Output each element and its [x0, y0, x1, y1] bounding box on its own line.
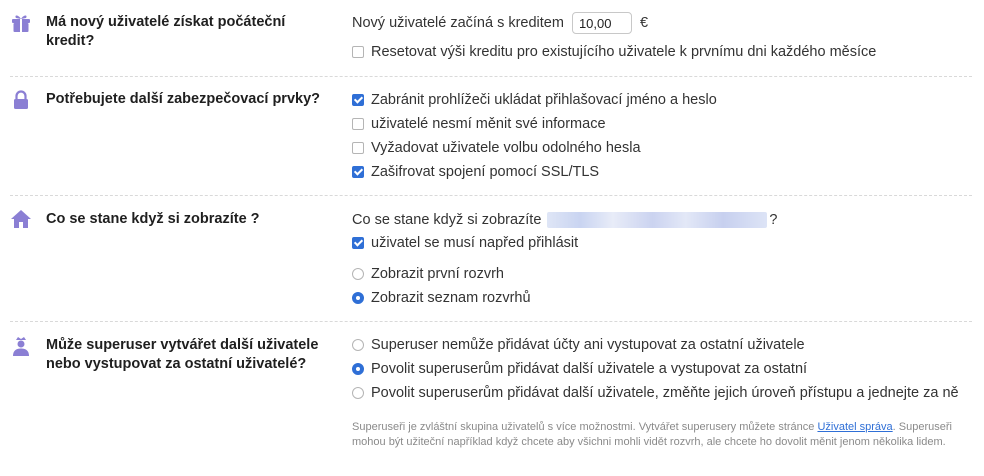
- security-checkbox-2[interactable]: [352, 118, 364, 130]
- superuser-radio-option-2[interactable]: Povolit superuserům přidávat další uživa…: [352, 359, 807, 379]
- security-checkbox-3[interactable]: [352, 142, 364, 154]
- security-checkbox-1[interactable]: [352, 94, 364, 106]
- view-question: Co se stane když si zobrazíte ?: [46, 211, 260, 227]
- superuser-radio-label-3: Povolit superuserům přidávat další uživa…: [371, 385, 959, 401]
- view-radio-option-1[interactable]: Zobrazit první rozvrh: [352, 264, 504, 284]
- security-option-2[interactable]: uživatelé nesmí měnit své informace: [352, 114, 606, 134]
- security-option-1[interactable]: Zabránit prohlížeči ukládat přihlašovací…: [352, 90, 717, 110]
- currency-symbol: €: [639, 15, 649, 31]
- view-radio-label-1: Zobrazit první rozvrh: [371, 266, 504, 282]
- view-section: Co se stane když si zobrazíte ? Co se st…: [0, 196, 972, 321]
- login-required-checkbox[interactable]: [352, 237, 364, 249]
- superuser-radio-1[interactable]: [352, 339, 364, 351]
- reset-credit-option[interactable]: Resetovat výši kreditu pro existujícího …: [352, 42, 876, 62]
- credit-question: Má nový uživatelé získat počáteční kredi…: [46, 14, 286, 49]
- view-prompt-suffix: ?: [769, 212, 778, 228]
- superuser-radio-label-1: Superuser nemůže přidávat účty ani vystu…: [371, 337, 805, 353]
- gift-icon: [10, 12, 32, 34]
- security-option-3[interactable]: Vyžadovat uživatele volbu odolného hesla: [352, 138, 641, 158]
- security-label-1: Zabránit prohlížeči ukládat přihlašovací…: [371, 92, 717, 108]
- credit-start-text: Nový uživatelé začíná s kreditem: [352, 15, 564, 31]
- credit-section: Má nový uživatelé získat počáteční kredi…: [0, 0, 972, 76]
- security-label-2: uživatelé nesmí měnit své informace: [371, 116, 606, 132]
- superuser-icon: [10, 335, 32, 357]
- superuser-radio-option-1[interactable]: Superuser nemůže přidávat účty ani vystu…: [352, 335, 805, 355]
- view-radio-label-2: Zobrazit seznam rozvrhů: [371, 290, 531, 306]
- login-required-label: uživatel se musí napřed přihlásit: [371, 235, 579, 251]
- view-prompt-text: Co se stane když si zobrazíte: [352, 212, 542, 228]
- reset-credit-checkbox[interactable]: [352, 46, 364, 58]
- security-section: Potřebujete další zabezpečovací prvky? Z…: [0, 77, 972, 195]
- view-radio-option-2[interactable]: Zobrazit seznam rozvrhů: [352, 288, 531, 308]
- home-icon: [10, 208, 32, 230]
- credit-start-row: Nový uživatelé začíná s kreditem €: [352, 12, 649, 34]
- superuser-radio-3[interactable]: [352, 387, 364, 399]
- reset-credit-label: Resetovat výši kreditu pro existujícího …: [371, 44, 877, 60]
- superuser-section: Může superuser vytvářet další uživatele …: [0, 322, 972, 476]
- security-label-3: Vyžadovat uživatele volbu odolného hesla: [371, 140, 641, 156]
- lock-icon: [10, 89, 32, 111]
- user-admin-link[interactable]: Uživatel správa: [817, 421, 892, 433]
- security-option-4[interactable]: Zašifrovat spojení pomocí SSL/TLS: [352, 162, 599, 182]
- login-required-option[interactable]: uživatel se musí napřed přihlásit: [352, 233, 578, 253]
- security-label-4: Zašifrovat spojení pomocí SSL/TLS: [371, 164, 600, 180]
- superuser-question: Může superuser vytvářet další uživatele …: [46, 337, 319, 372]
- credit-amount-input[interactable]: [571, 12, 632, 34]
- view-prompt-row: Co se stane když si zobrazíte ?: [352, 210, 777, 230]
- superuser-help-note: Superuseři je zvláštní skupina uživatelů…: [352, 420, 967, 450]
- redacted-value: [547, 212, 768, 228]
- superuser-radio-label-2: Povolit superuserům přidávat další uživa…: [371, 361, 808, 377]
- view-radio-2[interactable]: [352, 292, 364, 304]
- note-text-1: Superuseři je zvláštní skupina uživatelů…: [352, 421, 815, 433]
- superuser-radio-2[interactable]: [352, 363, 364, 375]
- security-question: Potřebujete další zabezpečovací prvky?: [46, 91, 320, 107]
- security-checkbox-4[interactable]: [352, 166, 364, 178]
- superuser-radio-option-3[interactable]: Povolit superuserům přidávat další uživa…: [352, 383, 959, 403]
- view-radio-1[interactable]: [352, 268, 364, 280]
